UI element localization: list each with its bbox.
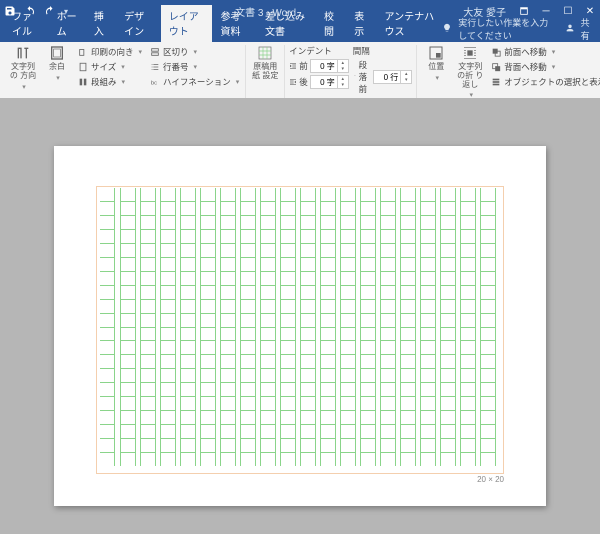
lightbulb-icon: [442, 23, 452, 35]
document-page[interactable]: 20 × 20: [54, 146, 546, 506]
tab-file[interactable]: ファイル: [4, 5, 49, 42]
share-icon: [565, 23, 575, 35]
hyphenation-button[interactable]: bcハイフネーション: [148, 75, 241, 89]
indent-left-icon: [289, 62, 297, 70]
selection-pane-button[interactable]: オブジェクトの選択と表示: [489, 75, 600, 89]
columns-button[interactable]: 段組み: [76, 75, 144, 89]
breaks-button[interactable]: 区切り: [148, 45, 241, 59]
indent-left-spinner[interactable]: ▴▾: [310, 59, 349, 73]
tab-references[interactable]: 参考資料: [212, 5, 257, 42]
tab-design[interactable]: デザイン: [116, 5, 161, 42]
indent-right-icon: [289, 78, 297, 86]
tab-insert[interactable]: 挿入: [86, 5, 116, 42]
orientation-button[interactable]: 印刷の向き: [76, 45, 144, 59]
manuscript-grid: [96, 186, 504, 474]
tab-view[interactable]: 表示: [346, 5, 376, 42]
tab-review[interactable]: 校閲: [316, 5, 346, 42]
share-button[interactable]: 共有: [581, 16, 592, 42]
space-before-label: 段落前: [359, 59, 372, 95]
tab-layout[interactable]: レイアウト: [161, 5, 213, 42]
indent-right-label: 後: [299, 76, 308, 88]
size-button[interactable]: サイズ: [76, 60, 144, 74]
spacing-heading: 間隔: [353, 45, 413, 58]
tab-antenna[interactable]: アンテナハウス: [377, 5, 443, 42]
space-before-icon: [353, 73, 357, 81]
indent-heading: インデント: [289, 45, 349, 58]
tab-mailings[interactable]: 差し込み文書: [257, 5, 316, 42]
space-before-spinner[interactable]: ▴▾: [373, 70, 412, 84]
line-numbers-button[interactable]: 行番号: [148, 60, 241, 74]
document-workspace: 20 × 20: [0, 98, 600, 534]
grid-dimensions-label: 20 × 20: [477, 475, 504, 484]
tab-home[interactable]: ホーム: [49, 5, 86, 42]
send-backward-button[interactable]: 背面へ移動: [489, 60, 600, 74]
indent-right-spinner[interactable]: ▴▾: [310, 75, 349, 89]
bring-forward-button[interactable]: 前面へ移動: [489, 45, 600, 59]
tell-me-text[interactable]: 実行したい作業を入力してください: [458, 16, 548, 42]
svg-text:bc: bc: [151, 81, 157, 87]
indent-left-label: 前: [299, 60, 308, 72]
ribbon-tabs: ファイル ホーム 挿入 デザイン レイアウト 参考資料 差し込み文書 校閲 表示…: [0, 22, 600, 42]
